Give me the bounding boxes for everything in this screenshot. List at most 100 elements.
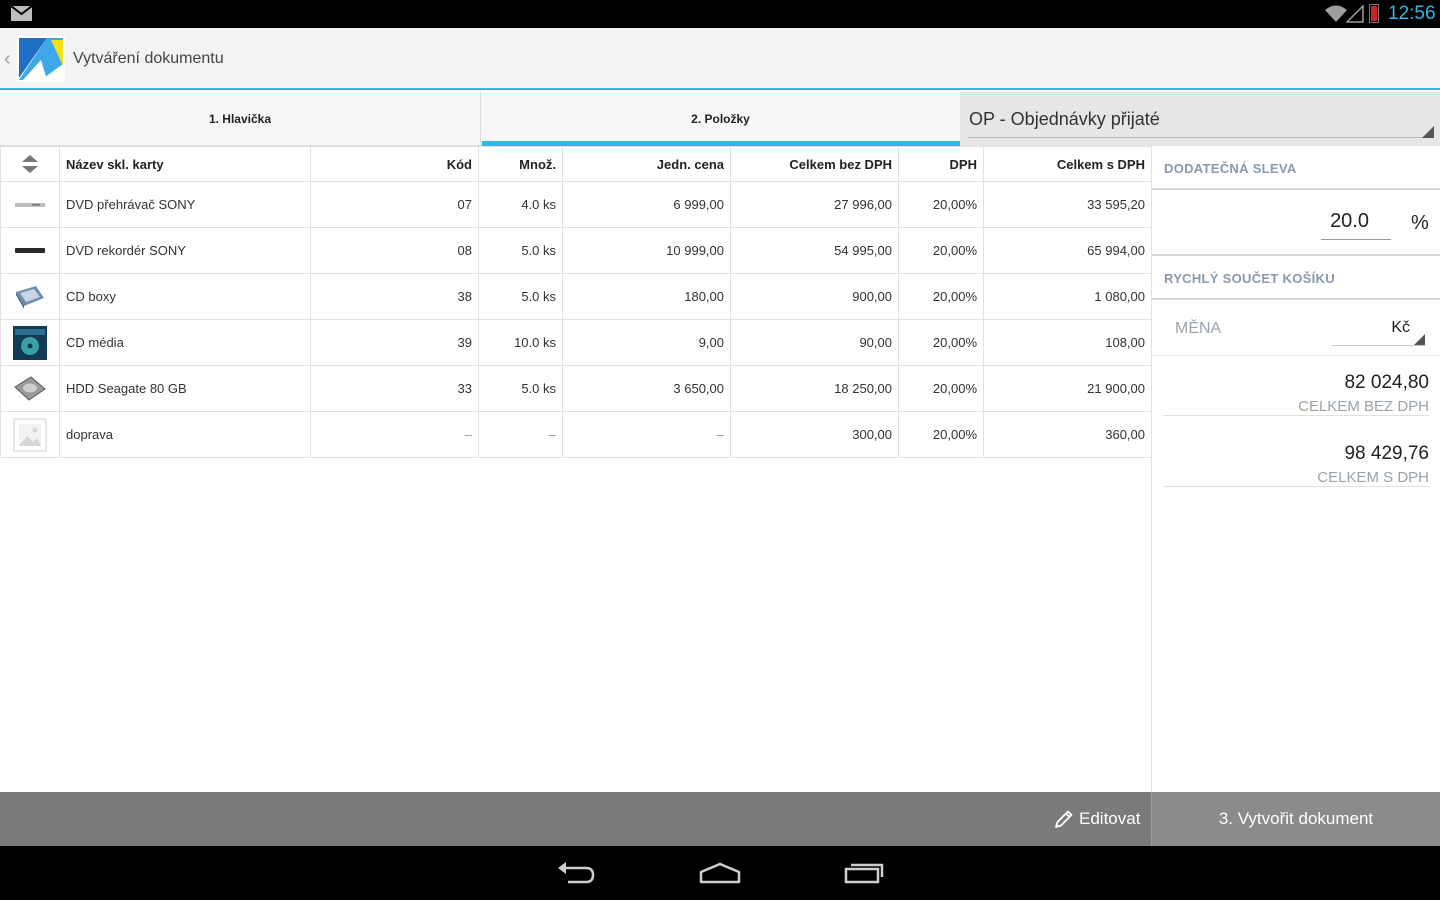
column-header-total-inc-vat[interactable]: Celkem s DPH: [983, 146, 1152, 182]
currency-row: MĚNA Kč: [1152, 301, 1440, 356]
item-qty: 5.0 ks: [478, 227, 563, 274]
table-row[interactable]: DVD rekordér SONY 08 5.0 ks 10 999,00 54…: [0, 227, 1152, 274]
item-code: –: [310, 411, 479, 458]
app-title: Vytváření dokumentu: [73, 50, 224, 67]
currency-value: Kč: [1391, 319, 1410, 336]
column-header-total-ex-vat[interactable]: Celkem bez DPH: [730, 146, 899, 182]
document-type-select[interactable]: OP - Objednávky přijaté: [960, 92, 1440, 146]
item-code: 07: [310, 181, 479, 228]
item-unit-price: –: [562, 411, 731, 458]
quick-sum-header-label: RYCHLÝ SOUČET KOŠÍKU: [1164, 271, 1335, 286]
pencil-icon: [1055, 810, 1073, 828]
item-total-inc-vat: 65 994,00: [983, 227, 1152, 274]
item-name: CD média: [59, 319, 311, 366]
home-icon[interactable]: [699, 862, 741, 884]
item-vat: 20,00%: [898, 227, 984, 274]
create-document-label: 3. Vytvořit dokument: [1218, 809, 1374, 828]
total-inc-vat-block: 98 429,76 CELKEM S DPH: [1163, 429, 1429, 487]
item-qty: –: [478, 411, 563, 458]
item-qty: 10.0 ks: [478, 319, 563, 366]
tab-polozky[interactable]: 2. Položky: [480, 92, 960, 146]
image-placeholder-icon: [0, 411, 60, 458]
total-inc-vat-amount: 98 429,76: [1344, 443, 1429, 464]
bottom-action-bar: Editovat 3. Vytvořit dokument: [0, 792, 1440, 846]
table-row[interactable]: CD boxy 38 5.0 ks 180,00 900,00 20,00% 1…: [0, 273, 1152, 320]
total-ex-vat-amount: 82 024,80: [1344, 372, 1429, 393]
tab-bar: 1. Hlavička 2. Položky: [0, 92, 960, 146]
item-total-inc-vat: 360,00: [983, 411, 1152, 458]
item-unit-price: 10 999,00: [562, 227, 731, 274]
item-unit-price: 3 650,00: [562, 365, 731, 412]
item-name: HDD Seagate 80 GB: [59, 365, 311, 412]
edit-button-label: Editovat: [1079, 809, 1141, 828]
item-code: 33: [310, 365, 479, 412]
column-header-name[interactable]: Název skl. karty: [59, 146, 311, 182]
dropdown-corner-icon: [1414, 334, 1425, 345]
item-total-inc-vat: 21 900,00: [983, 365, 1152, 412]
item-total-ex-vat: 900,00: [730, 273, 899, 320]
select-underline: [968, 137, 1434, 138]
table-row[interactable]: DVD přehrávač SONY 07 4.0 ks 6 999,00 27…: [0, 181, 1152, 228]
item-qty: 5.0 ks: [478, 365, 563, 412]
mail-notification-icon: [11, 6, 32, 21]
discount-unit: %: [1411, 212, 1429, 234]
item-vat: 20,00%: [898, 181, 984, 228]
sort-icon[interactable]: [21, 154, 39, 174]
item-vat: 20,00%: [898, 365, 984, 412]
item-qty: 5.0 ks: [478, 273, 563, 320]
items-table: Název skl. karty Kód Množ. Jedn. cena Ce…: [0, 146, 1152, 458]
cd-media-thumbnail: [0, 319, 60, 366]
summary-panel: DODATEČNÁ SLEVA 20.0 % RYCHLÝ SOUČET KOŠ…: [1151, 146, 1440, 792]
action-bar: ‹ Vytváření dokumentu: [0, 28, 1440, 90]
discount-header-label: DODATEČNÁ SLEVA: [1164, 161, 1297, 176]
quick-sum-section-header: RYCHLÝ SOUČET KOŠÍKU: [1152, 254, 1440, 300]
item-total-ex-vat: 300,00: [730, 411, 899, 458]
item-code: 39: [310, 319, 479, 366]
dvd-recorder-thumbnail: [0, 227, 60, 274]
item-qty: 4.0 ks: [478, 181, 563, 228]
tab-hlavicka[interactable]: 1. Hlavička: [0, 92, 480, 146]
up-chevron-icon[interactable]: ‹: [4, 48, 11, 71]
back-icon[interactable]: [556, 862, 596, 884]
recent-apps-icon[interactable]: [844, 860, 886, 884]
status-bar: 12:56: [0, 0, 1440, 28]
item-total-ex-vat: 90,00: [730, 319, 899, 366]
total-ex-vat-block: 82 024,80 CELKEM BEZ DPH: [1163, 358, 1429, 416]
document-type-value: OP - Objednávky přijaté: [969, 109, 1160, 129]
table-row[interactable]: HDD Seagate 80 GB 33 5.0 ks 3 650,00 18 …: [0, 365, 1152, 412]
tab-label: 1. Hlavička: [208, 112, 272, 126]
status-time: 12:56: [1388, 3, 1436, 24]
column-header-unit-price[interactable]: Jedn. cena: [562, 146, 731, 182]
sort-column-header[interactable]: [0, 146, 60, 182]
column-header-code[interactable]: Kód: [310, 146, 479, 182]
item-name: DVD rekordér SONY: [59, 227, 311, 274]
dropdown-corner-icon: [1422, 126, 1434, 138]
table-header-row: Název skl. karty Kód Množ. Jedn. cena Ce…: [0, 146, 1152, 182]
item-name: CD boxy: [59, 273, 311, 320]
column-header-vat[interactable]: DPH: [898, 146, 984, 182]
currency-label: MĚNA: [1175, 320, 1222, 337]
hdd-thumbnail: [0, 365, 60, 412]
item-total-ex-vat: 18 250,00: [730, 365, 899, 412]
signal-icon: [1346, 5, 1364, 23]
table-row[interactable]: CD média 39 10.0 ks 9,00 90,00 20,00% 10…: [0, 319, 1152, 366]
item-code: 38: [310, 273, 479, 320]
discount-section-header: DODATEČNÁ SLEVA: [1152, 146, 1440, 190]
item-unit-price: 9,00: [562, 319, 731, 366]
column-header-qty[interactable]: Množ.: [478, 146, 563, 182]
tab-label: 2. Položky: [691, 112, 750, 126]
item-unit-price: 180,00: [562, 273, 731, 320]
item-vat: 20,00%: [898, 273, 984, 320]
item-vat: 20,00%: [898, 411, 984, 458]
create-document-button[interactable]: 3. Vytvořit dokument: [1151, 792, 1440, 846]
edit-button[interactable]: Editovat: [1048, 792, 1151, 846]
app-logo[interactable]: [17, 36, 65, 82]
currency-select[interactable]: Kč: [1332, 311, 1425, 346]
table-row[interactable]: doprava – – – 300,00 20,00% 360,00: [0, 411, 1152, 458]
item-vat: 20,00%: [898, 319, 984, 366]
item-total-inc-vat: 108,00: [983, 319, 1152, 366]
total-ex-vat-label: CELKEM BEZ DPH: [1298, 398, 1429, 415]
item-name: DVD přehrávač SONY: [59, 181, 311, 228]
system-navigation-bar: [0, 846, 1440, 900]
discount-input[interactable]: 20.0: [1321, 210, 1391, 240]
